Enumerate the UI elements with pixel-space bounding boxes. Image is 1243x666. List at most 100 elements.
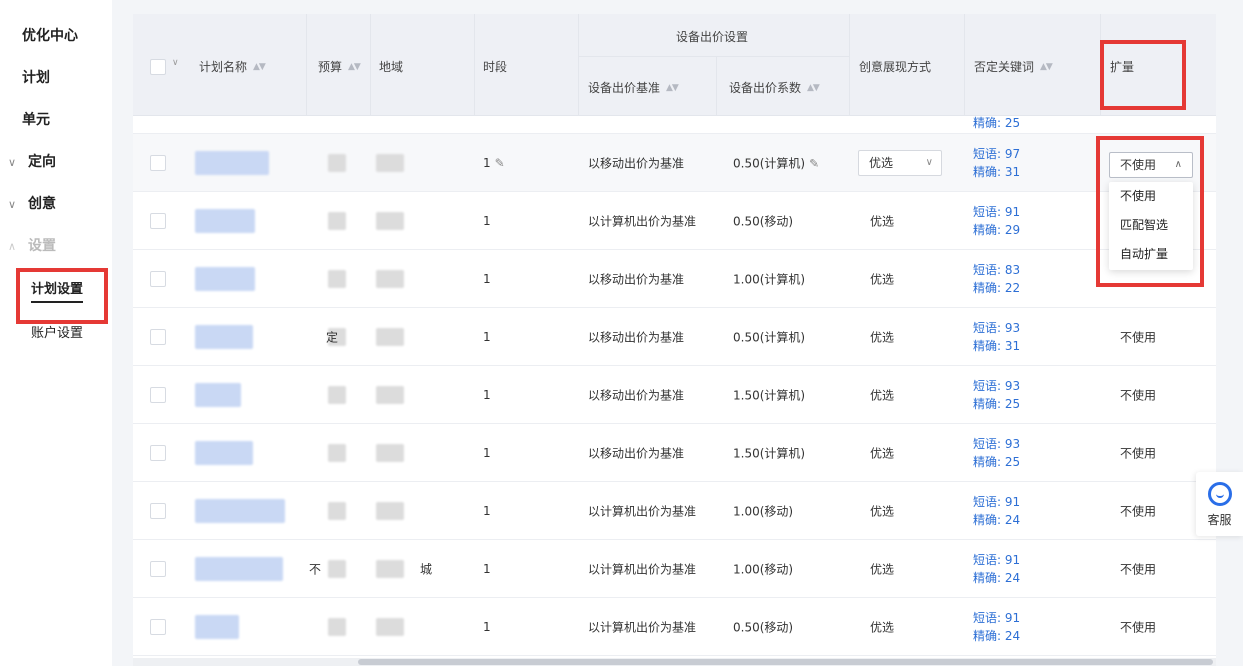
table-row: 1 以计算机出价为基准 0.50(移动) 优选 短语: 91 精确: 29 — [133, 192, 1216, 250]
exact-keyword-count[interactable]: 精确: 29 — [973, 221, 1020, 239]
sidebar-item-settings[interactable]: ∧ 设置 — [8, 235, 56, 255]
phrase-keyword-count[interactable]: 短语: 91 — [973, 203, 1020, 221]
customer-service-button[interactable]: 客服 — [1196, 472, 1243, 536]
row-checkbox[interactable] — [150, 619, 166, 635]
budget-redacted — [328, 618, 346, 636]
plan-table: ∨ 计划名称 ▲▼ 预算 ▲▼ 地域 时段 设备出价设置 设备出价基准 ▲▼ 设备出价… — [133, 14, 1216, 666]
device-bid-base-cell: 以移动出价为基准 — [588, 272, 685, 286]
sidebar-item-plan[interactable]: 计划 — [22, 67, 50, 87]
plan-name-redacted[interactable] — [195, 441, 253, 465]
row-checkbox[interactable] — [150, 561, 166, 577]
exact-keyword-count[interactable]: 精确: 25 — [973, 114, 1020, 132]
device-bid-base-cell: 以计算机出价为基准 — [588, 562, 697, 576]
budget-fragment: 不 — [309, 562, 322, 576]
phrase-keyword-count[interactable]: 短语: 83 — [973, 261, 1020, 279]
exact-keyword-count[interactable]: 精确: 25 — [973, 395, 1020, 413]
sidebar-item-targeting[interactable]: ∨ 定向 — [8, 151, 56, 171]
negative-keyword-cell: 短语: 91 精确: 24 — [973, 609, 1020, 645]
budget-redacted — [328, 444, 346, 462]
creative-mode-cell: 优选 — [870, 272, 895, 286]
sidebar-item-unit[interactable]: 单元 — [22, 109, 50, 129]
budget-redacted — [328, 270, 346, 288]
column-divider — [849, 14, 850, 116]
row-checkbox[interactable] — [150, 329, 166, 345]
horizontal-scrollbar[interactable] — [133, 658, 1216, 666]
period-cell: 1 — [483, 504, 491, 518]
phrase-keyword-count[interactable]: 短语: 91 — [973, 609, 1020, 627]
chevron-down-icon[interactable]: ∨ — [172, 58, 179, 68]
header-negative-keywords[interactable]: 否定关键词 ▲▼ — [974, 58, 1053, 75]
period-value: 1 — [483, 561, 491, 576]
table-row: 1 以移动出价为基准 0.50(计算机) 优选 短语: 93 精确: 31 不使用 定 — [133, 308, 1216, 366]
header-plan-name[interactable]: 计划名称 ▲▼ — [199, 58, 266, 75]
exact-keyword-count[interactable]: 精确: 24 — [973, 569, 1020, 587]
device-bid-coef-cell: 1.00(移动) — [733, 560, 793, 577]
phrase-keyword-count[interactable]: 短语: 93 — [973, 377, 1020, 395]
plan-name-redacted[interactable] — [195, 383, 241, 407]
table-row: 1 以计算机出价为基准 1.00(移动) 优选 短语: 91 精确: 24 不使用 — [133, 482, 1216, 540]
plan-name-redacted[interactable] — [195, 499, 285, 523]
creative-mode-cell: 优选 — [870, 330, 895, 344]
expand-cell: 不使用 — [1120, 388, 1157, 402]
column-divider — [370, 14, 371, 116]
plan-name-redacted[interactable] — [195, 209, 255, 233]
header-budget[interactable]: 预算 ▲▼ — [318, 58, 361, 75]
header-device-bid-coef[interactable]: 设备出价系数 ▲▼ — [729, 79, 820, 96]
header-label: 计划名称 — [199, 60, 248, 74]
negative-keyword-cell: 短语: 91 精确: 29 — [973, 203, 1020, 239]
plan-name-redacted[interactable] — [195, 325, 253, 349]
plan-name-redacted[interactable] — [195, 615, 239, 639]
header-device-bid-base[interactable]: 设备出价基准 ▲▼ — [588, 79, 679, 96]
row-checkbox[interactable] — [150, 155, 166, 171]
sidebar-item-creative[interactable]: ∨ 创意 — [8, 193, 56, 213]
plan-name-redacted[interactable] — [195, 151, 269, 175]
device-bid-base-cell: 以移动出价为基准 — [588, 388, 685, 402]
exact-keyword-count[interactable]: 精确: 22 — [973, 279, 1020, 297]
expand-cell: 不使用 — [1120, 504, 1157, 518]
negative-keyword-cell: 短语: 93 精确: 25 — [973, 377, 1020, 413]
phrase-keyword-count[interactable]: 短语: 97 — [973, 145, 1020, 163]
period-cell: 1 ✎ — [483, 156, 505, 170]
plan-name-redacted[interactable] — [195, 267, 255, 291]
plan-name-redacted[interactable] — [195, 557, 283, 581]
sidebar-item-optimization-center[interactable]: 优化中心 — [22, 25, 78, 45]
row-checkbox[interactable] — [150, 387, 166, 403]
negative-keyword-cell: 短语: 83 精确: 22 — [973, 261, 1020, 297]
budget-redacted — [328, 386, 346, 404]
budget-redacted — [328, 212, 346, 230]
row-checkbox[interactable] — [150, 213, 166, 229]
region-redacted — [376, 212, 404, 230]
row-checkbox[interactable] — [150, 271, 166, 287]
row-checkbox[interactable] — [150, 445, 166, 461]
header-period: 时段 — [483, 58, 507, 75]
header-label: 创意展现方式 — [859, 60, 932, 74]
highlight-box — [16, 268, 108, 324]
sidebar-subitem-account-settings[interactable]: 账户设置 — [31, 322, 83, 341]
region-redacted — [376, 618, 404, 636]
row-checkbox[interactable] — [150, 503, 166, 519]
creative-mode-select[interactable]: 优选 ∨ — [858, 149, 942, 176]
budget-redacted — [328, 502, 346, 520]
exact-keyword-count[interactable]: 精确: 31 — [973, 163, 1020, 181]
phrase-keyword-count[interactable]: 短语: 93 — [973, 319, 1020, 337]
phrase-keyword-count[interactable]: 短语: 91 — [973, 493, 1020, 511]
edit-icon[interactable]: ✎ — [495, 156, 505, 170]
negative-keyword-cell: 短语: 91 精确: 24 — [973, 493, 1020, 529]
region-redacted — [376, 560, 404, 578]
table-row: 1 以移动出价为基准 1.00(计算机) 优选 短语: 83 精确: 22 — [133, 250, 1216, 308]
scrollbar-thumb[interactable] — [358, 659, 1213, 665]
edit-icon[interactable]: ✎ — [809, 156, 819, 170]
select-all-checkbox[interactable] — [150, 59, 166, 75]
header-label: 否定关键词 — [974, 60, 1035, 74]
region-redacted — [376, 328, 404, 346]
table-row: 1 以计算机出价为基准 0.50(移动) 优选 短语: 91 精确: 24 不使用 — [133, 598, 1216, 656]
exact-keyword-count[interactable]: 精确: 25 — [973, 453, 1020, 471]
exact-keyword-count[interactable]: 精确: 24 — [973, 511, 1020, 529]
phrase-keyword-count[interactable]: 短语: 91 — [973, 551, 1020, 569]
exact-keyword-count[interactable]: 精确: 31 — [973, 337, 1020, 355]
exact-keyword-count[interactable]: 精确: 24 — [973, 627, 1020, 645]
column-divider — [306, 14, 307, 116]
phrase-keyword-count[interactable]: 短语: 93 — [973, 435, 1020, 453]
period-value: 1 — [483, 271, 491, 286]
header-label: 设备出价设置 — [676, 30, 749, 44]
